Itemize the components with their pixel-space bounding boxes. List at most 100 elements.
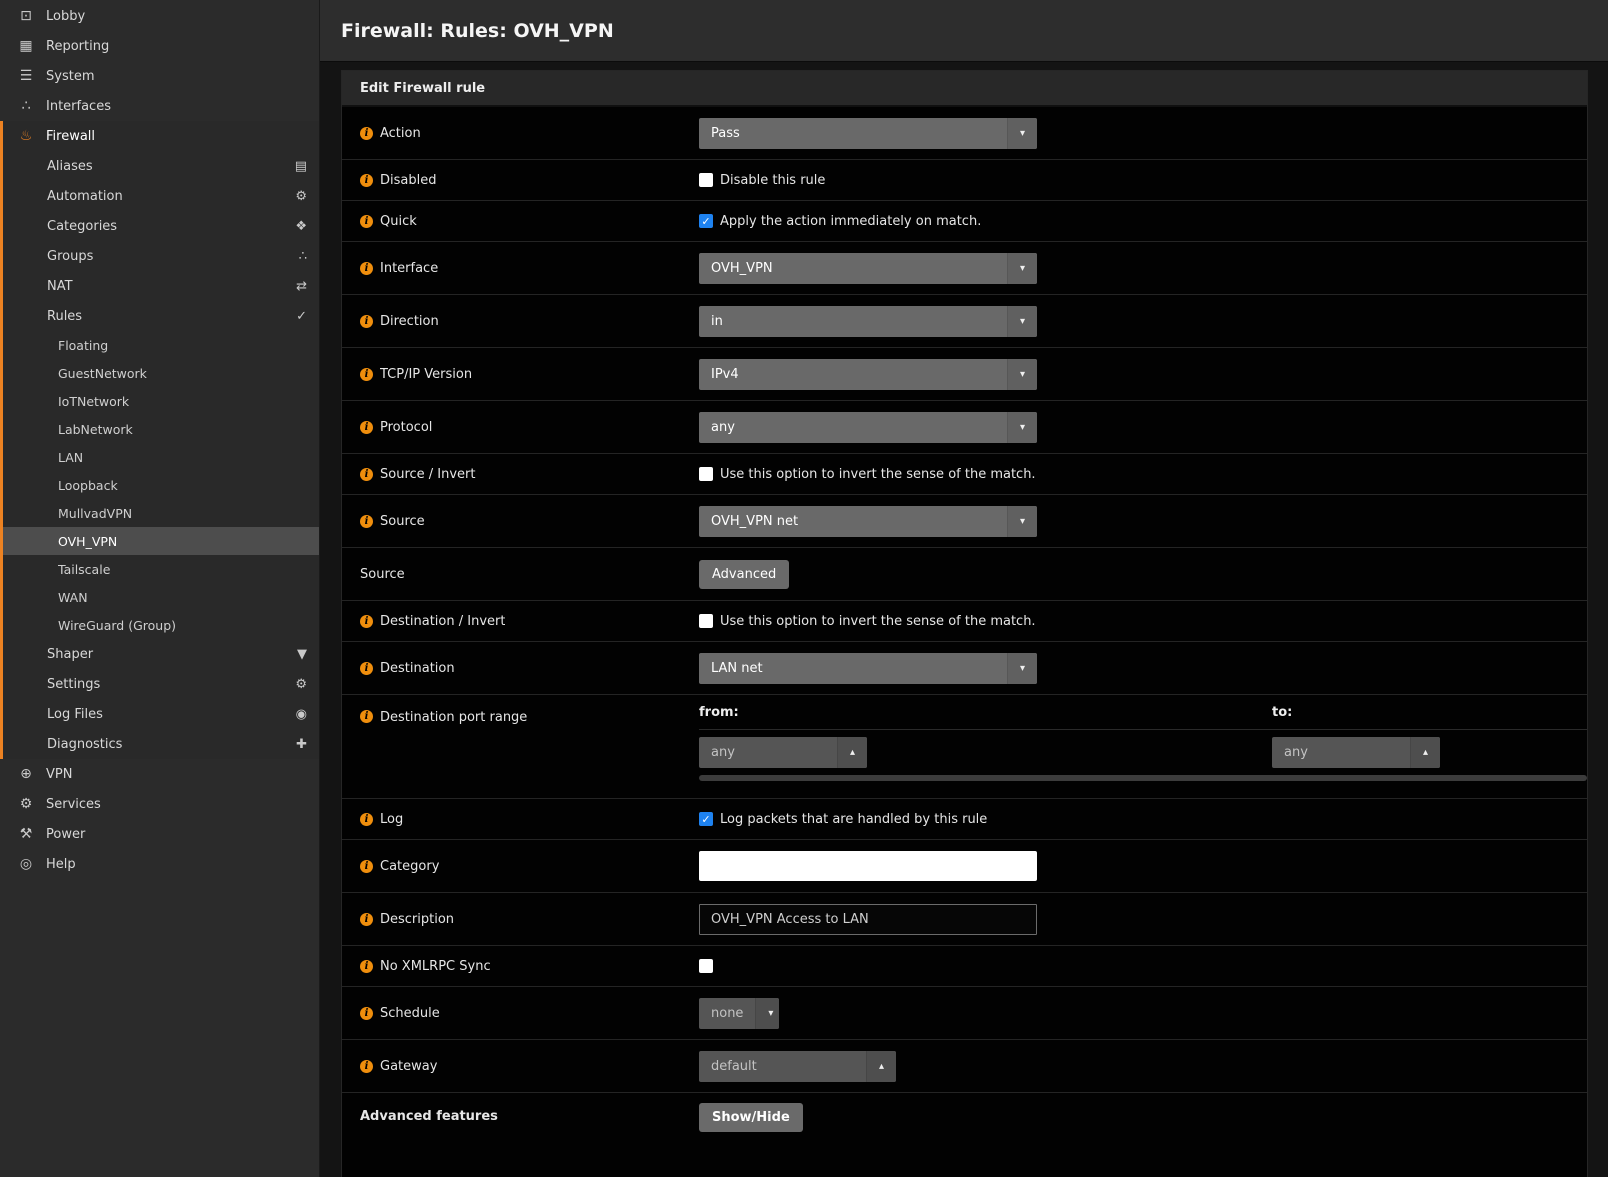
sidebar-item-ovh-vpn[interactable]: OVH_VPN (3, 527, 319, 555)
gateway-select[interactable]: default ▴ (699, 1051, 896, 1082)
info-icon[interactable] (360, 813, 373, 826)
checkbox-label: Use this option to invert the sense of t… (720, 614, 1036, 629)
field-label: Protocol (380, 420, 432, 435)
protocol-select[interactable]: any ▾ (699, 412, 1037, 443)
row-advanced-features: Advanced features Show/Hide (342, 1093, 1587, 1177)
row-description: Description OVH_VPN Access to LAN (342, 893, 1587, 946)
action-select[interactable]: Pass ▾ (699, 118, 1037, 149)
sidebar-item-mullvadvpn[interactable]: MullvadVPN (3, 499, 319, 527)
info-icon[interactable] (360, 174, 373, 187)
tags-icon: ❖ (295, 219, 307, 234)
field-label: Gateway (380, 1059, 437, 1074)
sidebar-item-system[interactable]: ☰ System (0, 61, 319, 91)
sidebar-item-interfaces[interactable]: ∴ Interfaces (0, 91, 319, 121)
sidebar-item-wan[interactable]: WAN (3, 583, 319, 611)
sidebar-item-tailscale[interactable]: Tailscale (3, 555, 319, 583)
schedule-select[interactable]: none ▾ (699, 998, 779, 1029)
sitemap-icon: ∴ (299, 249, 307, 264)
exchange-icon: ⇄ (296, 279, 307, 294)
row-gateway: Gateway default ▴ (342, 1040, 1587, 1093)
sidebar-item-firewall[interactable]: ♨ Firewall (3, 121, 319, 151)
destination-select[interactable]: LAN net ▾ (699, 653, 1037, 684)
interface-select[interactable]: OVH_VPN ▾ (699, 253, 1037, 284)
info-icon[interactable] (360, 662, 373, 675)
sidebar-item-shaper[interactable]: Shaper ▼ (3, 639, 319, 669)
description-input[interactable]: OVH_VPN Access to LAN (699, 904, 1037, 935)
port-from-header: from: (699, 705, 1272, 720)
port-to-select[interactable]: any ▴ (1272, 737, 1440, 768)
info-icon[interactable] (360, 127, 373, 140)
source-advanced-button[interactable]: Advanced (699, 560, 789, 589)
info-icon[interactable] (360, 315, 373, 328)
sidebar-item-loopback[interactable]: Loopback (3, 471, 319, 499)
chevron-down-icon: ▾ (1007, 253, 1037, 284)
info-icon[interactable] (360, 421, 373, 434)
log-checkbox[interactable] (699, 812, 713, 826)
no-xmlrpc-sync-checkbox[interactable] (699, 959, 713, 973)
info-icon[interactable] (360, 860, 373, 873)
row-source-invert: Source / Invert Use this option to inver… (342, 454, 1587, 495)
row-quick: Quick Apply the action immediately on ma… (342, 201, 1587, 242)
category-input[interactable] (699, 851, 1037, 881)
sidebar-item-floating[interactable]: Floating (3, 331, 319, 359)
info-icon[interactable] (360, 215, 373, 228)
info-icon[interactable] (360, 1060, 373, 1073)
info-icon[interactable] (360, 262, 373, 275)
destination-invert-checkbox[interactable] (699, 614, 713, 628)
sidebar-item-reporting[interactable]: ▦ Reporting (0, 31, 319, 61)
chart-icon: ▦ (15, 38, 37, 54)
info-icon[interactable] (360, 710, 373, 723)
checkbox-label: Log packets that are handled by this rul… (720, 812, 987, 827)
info-icon[interactable] (360, 368, 373, 381)
medkit-icon: ✚ (296, 737, 307, 752)
checkbox-label: Apply the action immediately on match. (720, 214, 981, 229)
sidebar-item-categories[interactable]: Categories ❖ (3, 211, 319, 241)
wrench-icon: ⚒ (15, 826, 37, 842)
sidebar-item-guestnetwork[interactable]: GuestNetwork (3, 359, 319, 387)
row-tcpip-version: TCP/IP Version IPv4 ▾ (342, 348, 1587, 401)
chevron-down-icon: ▾ (1007, 653, 1037, 684)
disabled-checkbox[interactable] (699, 173, 713, 187)
info-icon[interactable] (360, 515, 373, 528)
direction-select[interactable]: in ▾ (699, 306, 1037, 337)
horizontal-scrollbar[interactable] (699, 775, 1587, 781)
sidebar-item-power[interactable]: ⚒ Power (0, 819, 319, 849)
info-icon[interactable] (360, 913, 373, 926)
gear-icon: ⚙ (15, 796, 37, 812)
sidebar-item-diagnostics[interactable]: Diagnostics ✚ (3, 729, 319, 759)
sidebar-item-lobby[interactable]: ⊡ Lobby (0, 1, 319, 31)
field-label: Advanced features (360, 1109, 498, 1124)
main-area: Firewall: Rules: OVH_VPN Edit Firewall r… (320, 0, 1608, 1177)
quick-checkbox[interactable] (699, 214, 713, 228)
sidebar-item-automation[interactable]: Automation ⚙ (3, 181, 319, 211)
sidebar-item-log-files[interactable]: Log Files ◉ (3, 699, 319, 729)
chevron-down-icon: ▾ (1007, 412, 1037, 443)
sidebar-item-lan[interactable]: LAN (3, 443, 319, 471)
info-icon[interactable] (360, 960, 373, 973)
sidebar-item-aliases[interactable]: Aliases ▤ (3, 151, 319, 181)
chevron-down-icon: ▾ (1007, 306, 1037, 337)
sidebar-item-wireguard-group[interactable]: WireGuard (Group) (3, 611, 319, 639)
info-icon[interactable] (360, 1007, 373, 1020)
sidebar-item-iotnetwork[interactable]: IoTNetwork (3, 387, 319, 415)
page-title: Firewall: Rules: OVH_VPN (341, 20, 614, 42)
sidebar-item-settings[interactable]: Settings ⚙ (3, 669, 319, 699)
sidebar-item-nat[interactable]: NAT ⇄ (3, 271, 319, 301)
tcpip-version-select[interactable]: IPv4 ▾ (699, 359, 1037, 390)
source-invert-checkbox[interactable] (699, 467, 713, 481)
info-icon[interactable] (360, 468, 373, 481)
sidebar: ⊡ Lobby ▦ Reporting ☰ System ∴ Interface… (0, 0, 320, 1177)
show-hide-advanced-button[interactable]: Show/Hide (699, 1103, 803, 1132)
sidebar-item-rules[interactable]: Rules ✓ (3, 301, 319, 331)
chevron-down-icon: ▾ (755, 998, 779, 1029)
sidebar-item-vpn[interactable]: ⊕ VPN (0, 759, 319, 789)
row-action: Action Pass ▾ (342, 107, 1587, 160)
sidebar-item-help[interactable]: ◎ Help (0, 849, 319, 879)
source-select[interactable]: OVH_VPN net ▾ (699, 506, 1037, 537)
row-log: Log Log packets that are handled by this… (342, 799, 1587, 840)
port-from-select[interactable]: any ▴ (699, 737, 867, 768)
info-icon[interactable] (360, 615, 373, 628)
sidebar-item-groups[interactable]: Groups ∴ (3, 241, 319, 271)
sidebar-item-labnetwork[interactable]: LabNetwork (3, 415, 319, 443)
sidebar-item-services[interactable]: ⚙ Services (0, 789, 319, 819)
